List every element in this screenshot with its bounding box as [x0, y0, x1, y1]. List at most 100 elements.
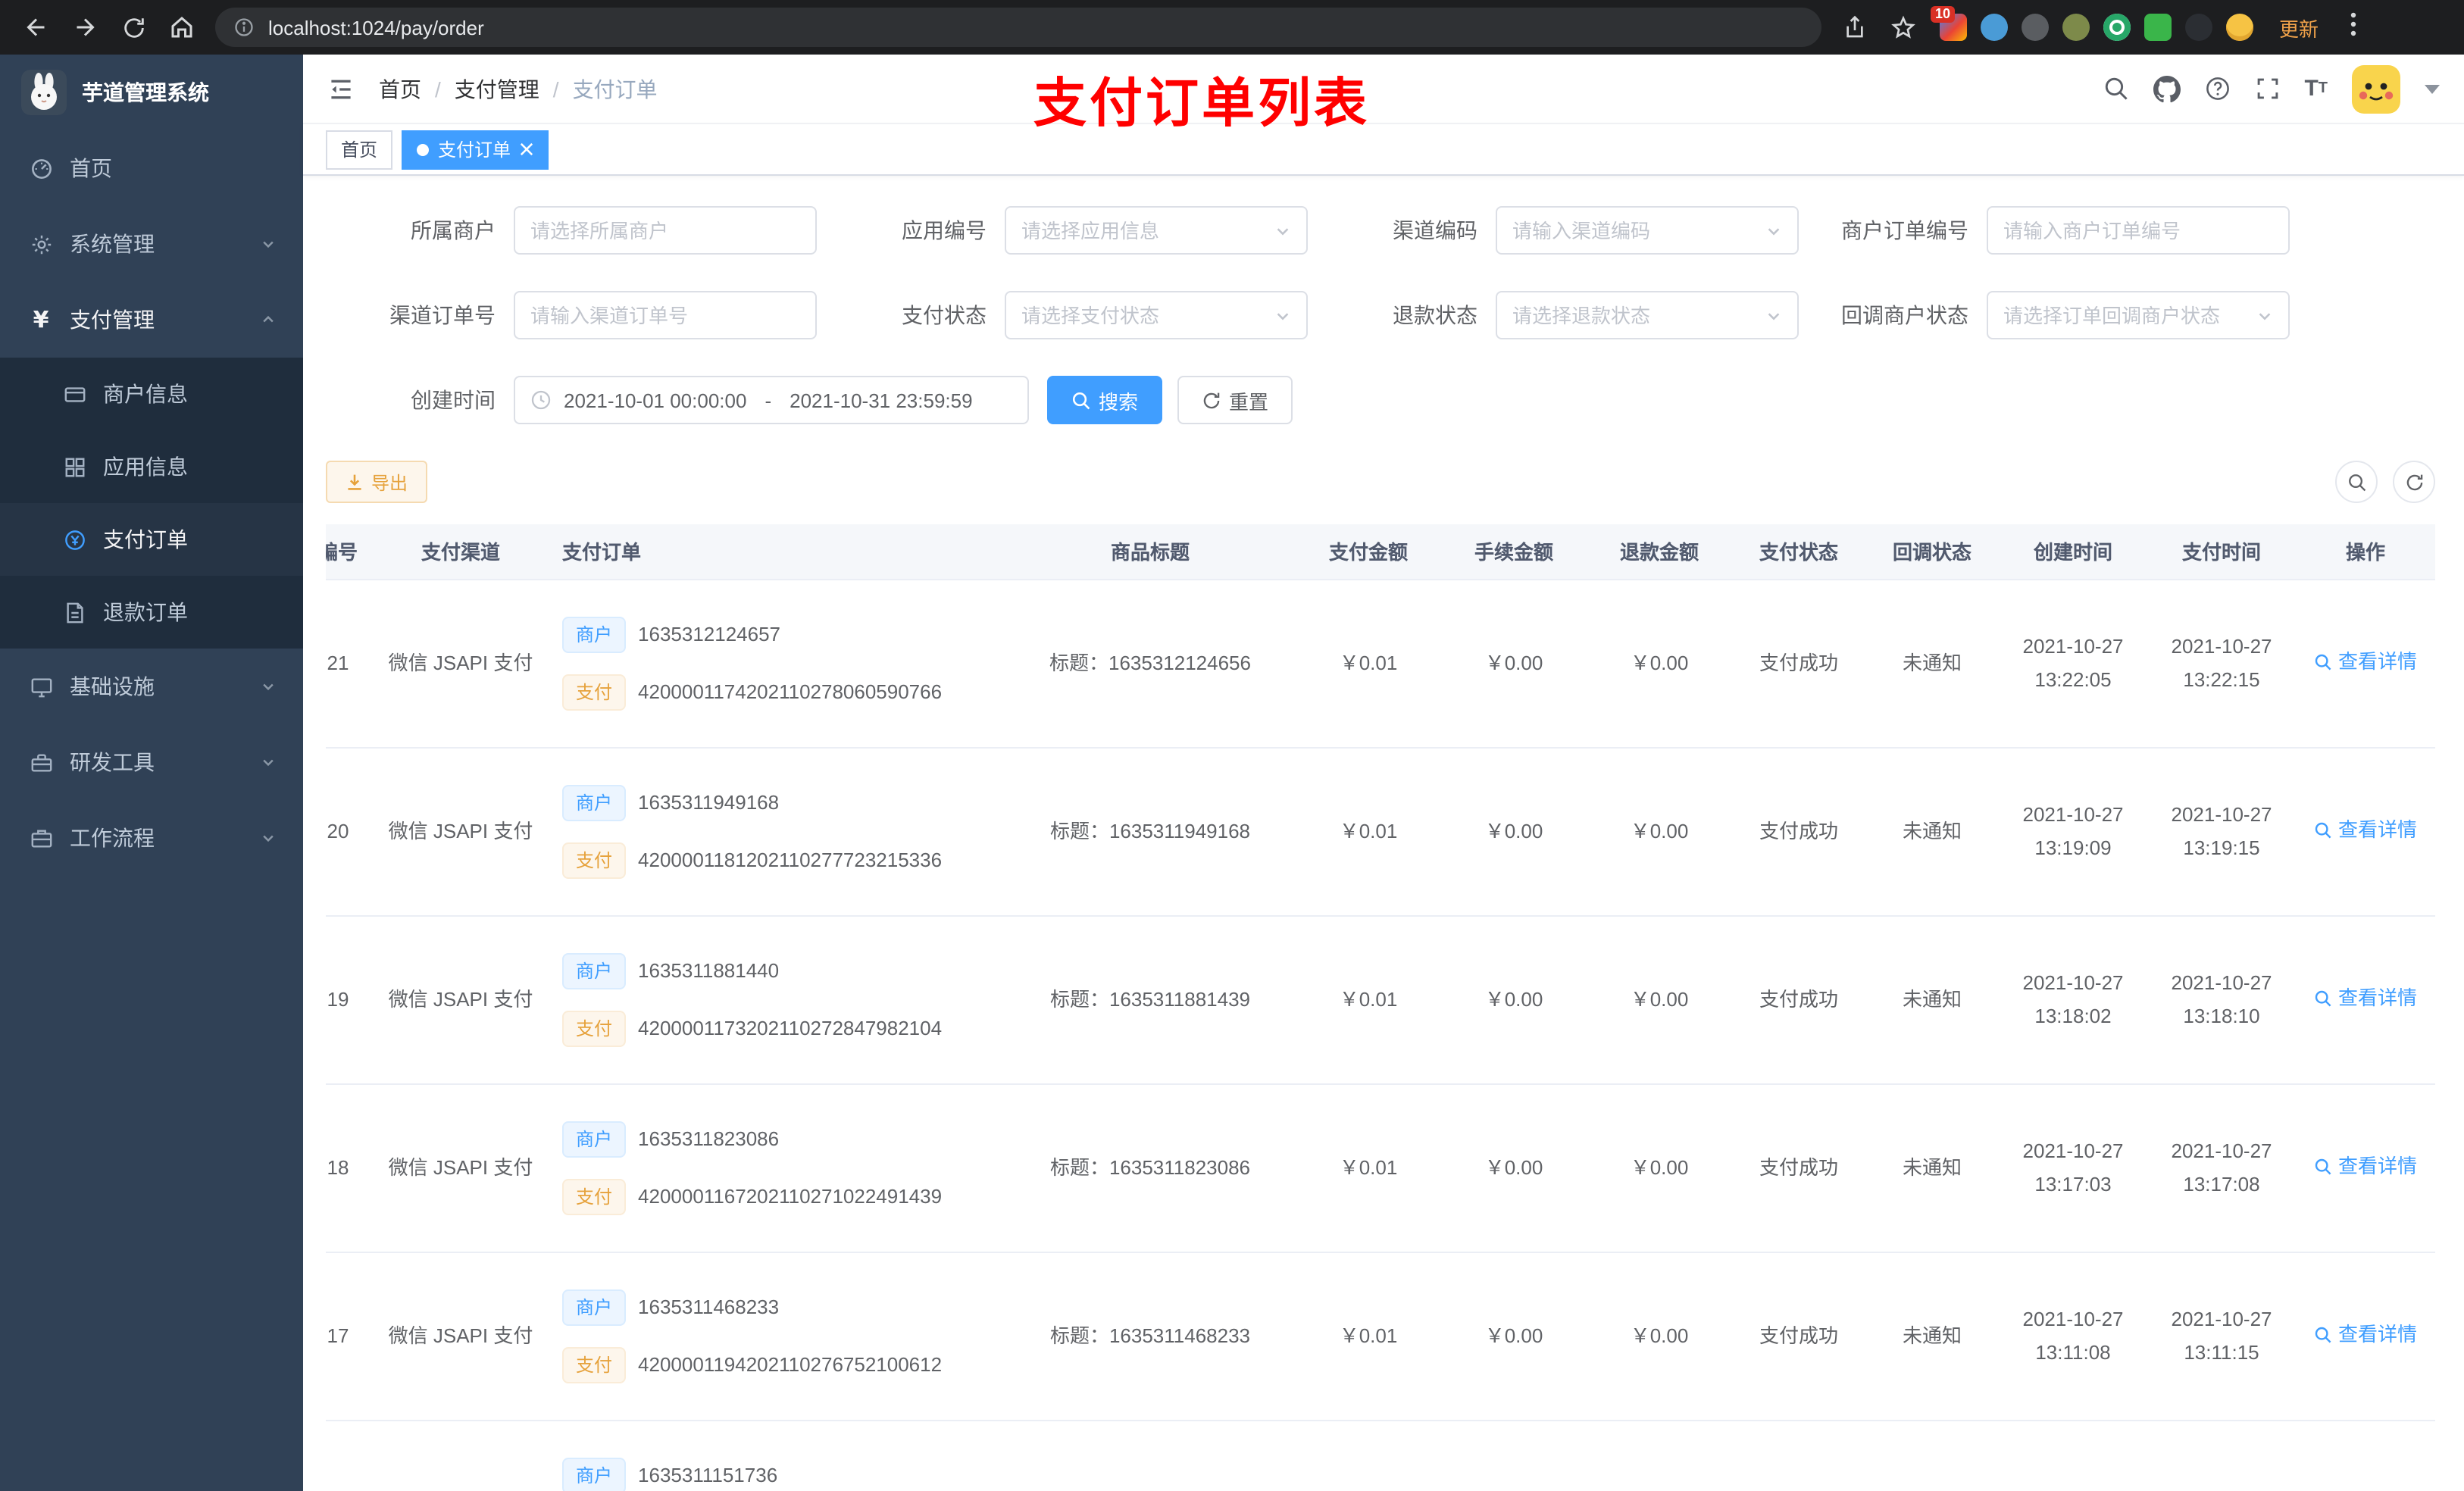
font-size-icon[interactable]: TT — [2304, 76, 2328, 102]
filter-label: 应用编号 — [902, 218, 987, 242]
refresh-button[interactable] — [2393, 461, 2435, 503]
channel-order-no-input[interactable] — [530, 304, 800, 327]
user-avatar[interactable] — [2352, 64, 2400, 113]
sidebar-toggle-button[interactable] — [327, 75, 355, 102]
update-button[interactable]: 更新 — [2267, 7, 2331, 48]
view-detail-link[interactable]: 查看详情 — [2314, 1318, 2417, 1351]
sidebar-item-infra[interactable]: 基础设施 — [0, 649, 303, 724]
col-header-channel: 支付渠道 — [371, 524, 550, 580]
cell-pay-amount: ￥0.01 — [1296, 579, 1441, 748]
tab-home[interactable]: 首页 — [326, 130, 393, 169]
create-time-range-picker[interactable]: 2021-10-01 00:00:00 - 2021-10-31 23:59:5… — [514, 376, 1029, 424]
breadcrumb-home[interactable]: 首页 — [379, 73, 421, 104]
channel-code-select[interactable] — [1496, 206, 1799, 255]
pay-tag: 支付 — [562, 1346, 627, 1383]
refund-status-select[interactable] — [1496, 291, 1799, 339]
view-detail-link[interactable]: 查看详情 — [2314, 813, 2417, 846]
navbar-actions: TT — [2103, 64, 2440, 113]
sidebar-subitem-merchant-info[interactable]: 商户信息 — [0, 358, 303, 430]
toggle-search-button[interactable] — [2335, 461, 2378, 503]
merchant-select[interactable] — [514, 206, 817, 255]
view-detail-link[interactable]: 查看详情 — [2314, 981, 2417, 1014]
merchant-select-input[interactable] — [530, 219, 800, 242]
cell-actions: 查看详情 — [2296, 747, 2435, 916]
address-bar[interactable]: localhost:1024/pay/order — [215, 8, 1821, 47]
home-button[interactable] — [161, 6, 203, 48]
search-icon[interactable] — [2103, 76, 2128, 102]
tags-view-bar: 首页 支付订单 — [303, 124, 2464, 176]
refund-doc-icon — [61, 601, 88, 624]
forward-button[interactable] — [64, 6, 106, 48]
export-button[interactable]: 导出 — [326, 461, 428, 503]
annotation-overlay: 支付订单列表 — [1033, 74, 1371, 133]
channel-order-no-field[interactable] — [514, 291, 817, 339]
bookmark-star-button[interactable] — [1882, 6, 1925, 48]
cell-notify-status: 未通知 — [1865, 915, 1999, 1084]
sidebar-subitem-refund-order[interactable]: 退款订单 — [0, 576, 303, 649]
reset-button[interactable]: 重置 — [1177, 376, 1293, 424]
chevron-down-icon — [2256, 307, 2273, 324]
extension-icon[interactable] — [2103, 14, 2131, 41]
clock-icon — [530, 389, 552, 411]
share-button[interactable] — [1834, 6, 1876, 48]
filter-label: 渠道订单号 — [389, 303, 496, 327]
app-select-input[interactable] — [1021, 219, 1268, 242]
view-detail-link[interactable]: 查看详情 — [2314, 1149, 2417, 1183]
filter-row: 渠道订单号 支付状态 退款状态 — [326, 291, 2441, 339]
app-select[interactable] — [1005, 206, 1308, 255]
sidebar-item-payment[interactable]: ¥ 支付管理 — [0, 282, 303, 358]
sidebar-item-devtools[interactable]: 研发工具 — [0, 724, 303, 800]
app-title: 芋道管理系统 — [82, 80, 209, 105]
fullscreen-icon[interactable] — [2254, 76, 2280, 102]
search-button[interactable]: 搜索 — [1047, 376, 1163, 424]
sidebar-item-system[interactable]: 系统管理 — [0, 206, 303, 282]
sidebar-item-label: 系统管理 — [70, 232, 155, 256]
github-icon[interactable] — [2153, 75, 2181, 102]
help-icon[interactable] — [2204, 76, 2230, 102]
merchant-card-icon — [61, 383, 88, 405]
cell-notify-status: 未通知 — [1865, 747, 1999, 916]
sidebar-subitem-pay-order[interactable]: 支付订单 — [0, 503, 303, 576]
cell-id: 21 — [326, 579, 371, 748]
back-button[interactable] — [15, 6, 58, 48]
extension-icon[interactable]: 10 — [1931, 6, 1967, 41]
sidebar-item-workflow[interactable]: 工作流程 — [0, 800, 303, 876]
merchant-order-no-input[interactable] — [2003, 219, 2273, 242]
merchant-order-no-field[interactable] — [1987, 206, 2290, 255]
extension-icon[interactable] — [2144, 14, 2172, 41]
menu-kebab-button[interactable] — [2344, 11, 2362, 43]
cell-channel: 微信 JSAPI 支付 — [371, 1252, 550, 1421]
app-navbar: 首页 / 支付管理 / 支付订单 支付订单列表 T T — [303, 55, 2464, 133]
callback-status-select[interactable] — [1987, 291, 2290, 339]
tab-close-icon[interactable] — [520, 142, 533, 156]
date-end[interactable]: 2021-10-31 23:59:59 — [790, 389, 972, 411]
tab-pay-order[interactable]: 支付订单 — [402, 130, 549, 169]
reload-button[interactable] — [112, 6, 155, 48]
avatar-caret-icon[interactable] — [2425, 84, 2440, 93]
chevron-down-icon — [261, 232, 276, 256]
cell-title: 标题：1635311881439 — [1005, 915, 1296, 1084]
pay-status-select[interactable] — [1005, 291, 1308, 339]
callback-status-input[interactable] — [2003, 304, 2250, 327]
site-info-icon[interactable] — [233, 17, 255, 38]
extension-icon[interactable] — [2062, 14, 2090, 41]
refund-status-input[interactable] — [1512, 304, 1759, 327]
table-row: 17 微信 JSAPI 支付 商户 1635311468233 支付 4200001… — [326, 1252, 2435, 1421]
extension-icon[interactable] — [2185, 14, 2212, 41]
cell-pay-amount: ￥0.01 — [1296, 1083, 1441, 1252]
cell-id: 19 — [326, 915, 371, 1084]
channel-code-input[interactable] — [1512, 219, 1759, 242]
extension-icon[interactable] — [1981, 14, 2008, 41]
date-start[interactable]: 2021-10-01 00:00:00 — [564, 389, 746, 411]
extension-icon[interactable] — [2226, 14, 2253, 41]
sidebar-item-home[interactable]: 首页 — [0, 130, 303, 206]
sidebar-subitem-app-info[interactable]: 应用信息 — [0, 430, 303, 503]
cell-actions: 查看详情 — [2296, 1083, 2435, 1252]
cell-pay-time: 2021-10-27 13:11:15 — [2147, 1252, 2296, 1421]
breadcrumb-pay-manage[interactable]: 支付管理 — [455, 73, 539, 104]
pay-status-input[interactable] — [1021, 304, 1268, 327]
breadcrumb-pay-order: 支付订单 — [572, 77, 658, 101]
cell-create-time: 2021-10-27 13:18:02 — [1999, 915, 2147, 1084]
view-detail-link[interactable]: 查看详情 — [2314, 645, 2417, 678]
extension-icon[interactable] — [2022, 14, 2049, 41]
